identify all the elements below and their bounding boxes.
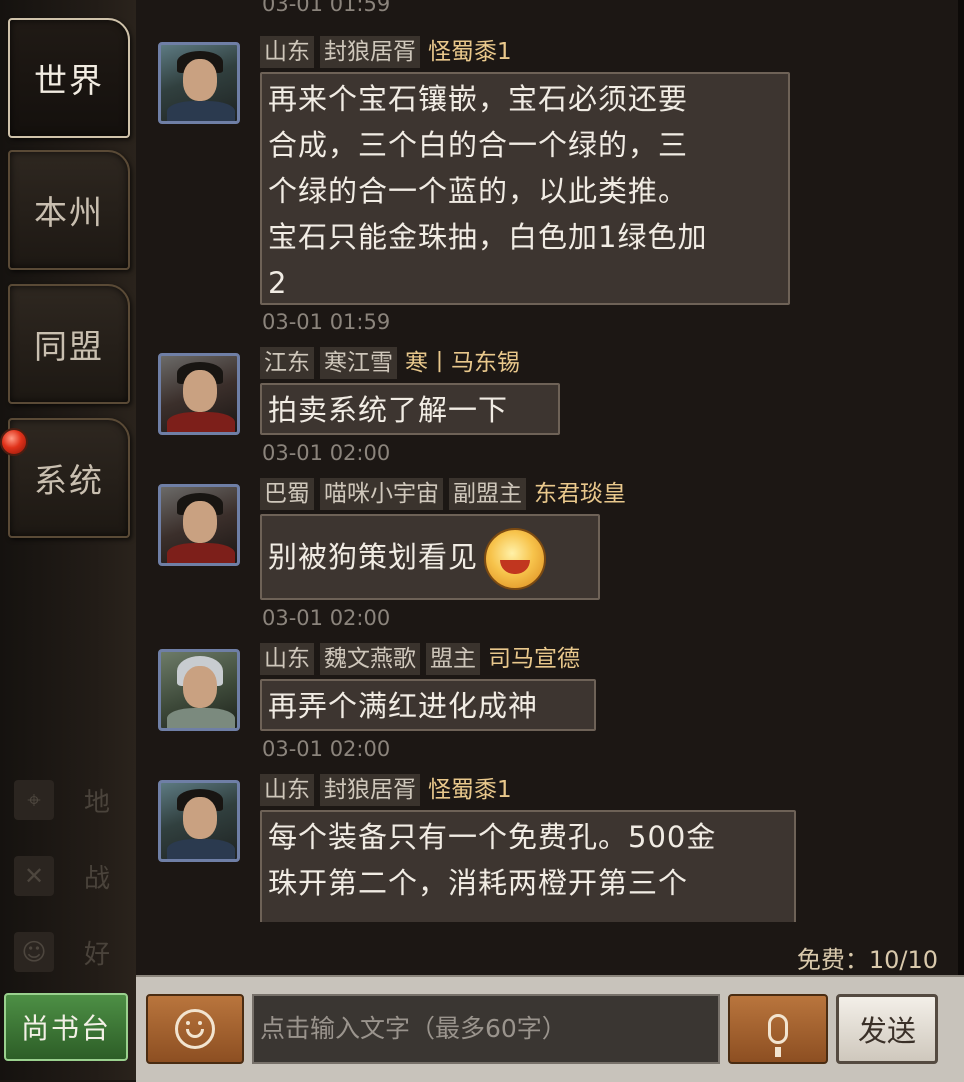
young-general-avatar[interactable] <box>158 42 240 124</box>
region-tag: 江东 <box>260 347 314 379</box>
message-timestamp: 03-01 02:00 <box>262 606 391 630</box>
rank-tag: 盟主 <box>426 643 480 675</box>
message-bubble: 再来个宝石镶嵌，宝石必须还要 合成，三个白的合一个绿的，三 个绿的合一个蓝的，以… <box>260 72 790 305</box>
message-line: 个绿的合一个蓝的，以此类推。 <box>268 174 689 208</box>
message-header: 巴蜀 喵咪小宇宙 副盟主 东君琰皇 <box>260 478 628 510</box>
alliance-tag: 封狼居胥 <box>320 774 420 806</box>
message-line: 别被狗策划看见 <box>268 540 479 574</box>
region-tag: 山东 <box>260 774 314 806</box>
message-line: 拍卖系统了解一下 <box>268 393 509 427</box>
sender-name[interactable]: 怪蜀黍1 <box>426 36 514 68</box>
chat-input[interactable]: 点击输入文字（最多60字） <box>252 994 720 1064</box>
side-menu-map[interactable]: ⌖ 地 <box>14 770 132 830</box>
region-tag: 山东 <box>260 36 314 68</box>
side-menu-label: 地 <box>84 787 111 818</box>
side-menu-label: 战 <box>84 863 111 894</box>
map-pin-icon: ⌖ <box>14 780 54 820</box>
young-general-avatar[interactable] <box>158 780 240 862</box>
free-message-counter: 免费：10/10 <box>796 946 938 974</box>
alliance-tag: 魏文燕歌 <box>320 643 420 675</box>
message-line: 每个装备只有一个免费孔。500金 <box>268 820 717 854</box>
panel-edge <box>958 0 964 975</box>
region-tag: 山东 <box>260 643 314 675</box>
microphone-icon <box>768 1014 788 1057</box>
channel-sidebar: 世界 本州 同盟 系统 ⌖ 地 ✕ 战 ☺ 好 <box>0 0 139 1080</box>
sender-name[interactable]: 怪蜀黍1 <box>426 774 514 806</box>
message-line: 2 <box>268 266 288 300</box>
message-header: 山东 封狼居胥 怪蜀黍1 <box>260 36 514 68</box>
voice-button[interactable] <box>728 994 828 1064</box>
message-header: 山东 魏文燕歌 盟主 司马宣德 <box>260 643 582 675</box>
message-header: 江东 寒江雪 寒丨马东锡 <box>260 347 522 379</box>
message-timestamp: 03-01 02:00 <box>262 441 391 465</box>
alliance-tag: 封狼居胥 <box>320 36 420 68</box>
message-line: 宝石只能金珠抽，白色加1绿色加 <box>268 220 708 254</box>
message-bubble: 别被狗策划看见 <box>260 514 600 600</box>
side-menu-label: 好 <box>84 939 111 970</box>
tab-world[interactable]: 世界 <box>8 18 130 138</box>
region-tag: 巴蜀 <box>260 478 314 510</box>
smiley-icon <box>175 1009 215 1049</box>
send-button[interactable]: 发送 <box>836 994 938 1064</box>
message-timestamp: 03-01 01:59 <box>262 310 391 334</box>
message-line: 再弄个满红进化成神 <box>268 689 539 723</box>
emoji-button[interactable] <box>146 994 244 1064</box>
message-bubble: 再弄个满红进化成神 <box>260 679 596 731</box>
helmet-general-avatar[interactable] <box>158 649 240 731</box>
message-header: 山东 封狼居胥 怪蜀黍1 <box>260 774 514 806</box>
chat-input-bar: 点击输入文字（最多60字） 发送 <box>136 975 964 1082</box>
shangshutai-button[interactable]: 尚书台 <box>4 993 128 1061</box>
sender-name[interactable]: 寒丨马东锡 <box>403 347 522 379</box>
side-menu-friends[interactable]: ☺ 好 <box>14 922 132 982</box>
bearded-general-avatar[interactable] <box>158 353 240 435</box>
alliance-tag: 喵咪小宇宙 <box>320 478 443 510</box>
message-line: 合成，三个白的合一个绿的，三 <box>268 128 689 162</box>
friends-icon: ☺ <box>14 932 54 972</box>
message-line: 再来个宝石镶嵌，宝石必须还要 <box>268 82 689 116</box>
tab-alliance[interactable]: 同盟 <box>8 284 130 404</box>
rank-tag: 副盟主 <box>449 478 526 510</box>
sender-name[interactable]: 东君琰皇 <box>532 478 628 510</box>
sender-name[interactable]: 司马宣德 <box>486 643 582 675</box>
side-menu-battle[interactable]: ✕ 战 <box>14 846 132 906</box>
message-line: 珠开第二个，消耗两橙开第三个 <box>268 866 689 900</box>
chat-message-list[interactable]: 03-01 01:59 山东 封狼居胥 怪蜀黍1 再来个宝石镶嵌，宝石必须还要 … <box>136 0 964 975</box>
message-timestamp: 03-01 02:00 <box>262 737 391 761</box>
notification-dot <box>0 428 28 456</box>
message-timestamp: 03-01 01:59 <box>262 0 391 16</box>
message-bubble: 拍卖系统了解一下 <box>260 383 560 435</box>
alliance-tag: 寒江雪 <box>320 347 397 379</box>
crossed-swords-icon: ✕ <box>14 856 54 896</box>
tab-state[interactable]: 本州 <box>8 150 130 270</box>
bearded-general-avatar[interactable] <box>158 484 240 566</box>
laughing-emoji-icon <box>484 528 547 590</box>
